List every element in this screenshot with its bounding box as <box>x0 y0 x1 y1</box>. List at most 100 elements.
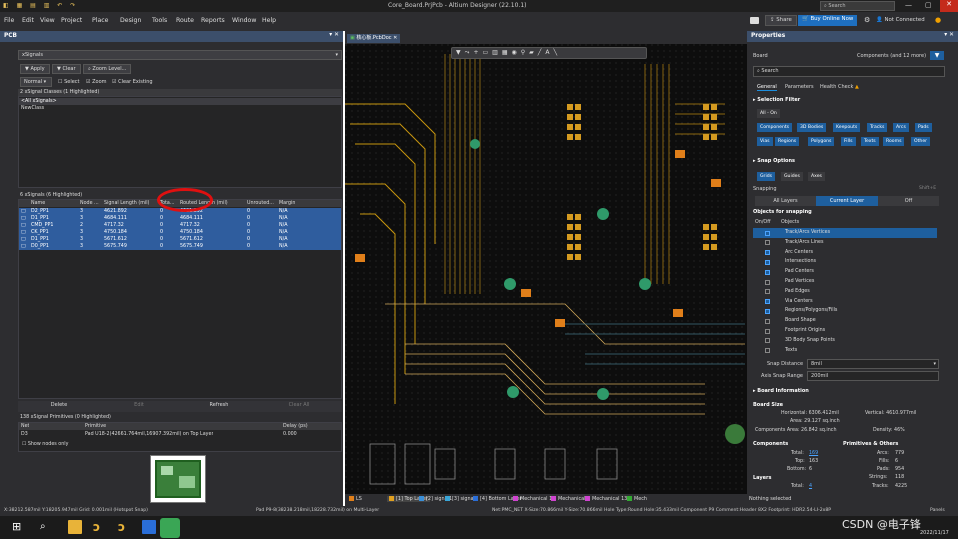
menu-route[interactable]: Route <box>176 17 194 24</box>
tab-general[interactable]: General <box>757 84 777 91</box>
gear-icon[interactable]: ⚙ <box>864 16 870 24</box>
selection-filter-title[interactable]: ▸ Selection Filter <box>753 97 800 103</box>
filter-icon[interactable]: ▼ <box>456 49 465 56</box>
share-button[interactable]: ⇪ Share <box>765 15 797 26</box>
show-nodes-checkbox[interactable]: ☐ Show nodes only <box>22 442 68 447</box>
close-button[interactable]: ✕ <box>940 0 958 12</box>
via-icon[interactable]: ◉ <box>511 49 520 56</box>
snap-checkbox[interactable] <box>765 289 770 295</box>
menu-tools[interactable]: Tools <box>152 17 167 24</box>
snap-checkbox[interactable] <box>765 299 770 305</box>
snap-item[interactable]: Pad Centers <box>753 267 937 277</box>
all-layers-option[interactable]: All Layers <box>755 196 816 206</box>
layer-tab[interactable]: Mechanical 13 <box>585 496 627 502</box>
snap-item[interactable]: Regions/Polygons/Fills <box>753 306 937 316</box>
notification-icon[interactable]: ● <box>935 16 941 24</box>
col-name[interactable]: Name <box>31 200 45 207</box>
all-on-button[interactable]: All - On <box>757 109 780 118</box>
col-delay[interactable]: Delay (ps) <box>283 423 308 430</box>
snap-item[interactable]: Pad Vertices <box>753 277 937 287</box>
filter-regions[interactable]: Regions <box>775 137 800 146</box>
zoom-level-button[interactable]: ⌕ Zoom Level... <box>83 64 132 74</box>
col-signal-length[interactable]: Signal Length (mil) <box>104 200 149 207</box>
zoom-checkbox[interactable]: ☑ Zoom <box>86 79 107 85</box>
pcb-canvas[interactable]: ▼⤳+▭▥▦◉⚲▰╱A╲ <box>345 44 747 494</box>
col-net[interactable]: Net <box>21 423 29 430</box>
col-unrouted[interactable]: Unrouted... <box>247 200 277 207</box>
snap-item[interactable]: Footprint Origins <box>753 326 937 336</box>
app-window-icon[interactable] <box>142 520 156 534</box>
edit-button[interactable]: Edit <box>100 401 178 411</box>
mask-mode-select[interactable]: Normal ▾ <box>20 77 52 87</box>
snap-checkbox[interactable] <box>765 318 770 324</box>
tab-core-board-pcbdoc[interactable]: ▣ 核心板.PcbDoc ✕ <box>347 34 401 43</box>
snap-checkbox[interactable] <box>765 250 770 256</box>
filter-arcs[interactable]: Arcs <box>893 123 909 132</box>
row-color-swatch[interactable]: □ <box>21 243 26 250</box>
search-icon[interactable]: ⌕ <box>40 520 54 534</box>
snap-item[interactable]: 3D Body Snap Points <box>753 336 937 346</box>
signal-row[interactable]: □ D0_PP1 3 5675.749 0 5675.749 0 N/A <box>19 243 341 250</box>
filter-keepouts[interactable]: Keepouts <box>833 123 861 132</box>
current-layer-option[interactable]: Current Layer <box>816 196 878 206</box>
connection-status[interactable]: 👤 Not Connected <box>876 17 925 23</box>
snap-checkbox[interactable] <box>765 240 770 246</box>
menu-window[interactable]: Window <box>232 17 256 24</box>
snap-item[interactable]: Board Shape <box>753 316 937 326</box>
apply-button[interactable]: ▼ Apply <box>20 64 50 74</box>
guides-button[interactable]: Guides <box>781 172 803 181</box>
snap-checkbox[interactable] <box>765 338 770 344</box>
properties-search[interactable]: ⌕ Search <box>753 66 945 77</box>
canvas-toolbar[interactable]: ▼⤳+▭▥▦◉⚲▰╱A╲ <box>451 47 647 59</box>
filter-pads[interactable]: Pads <box>915 123 932 132</box>
text-icon[interactable]: A <box>545 49 553 56</box>
menu-reports[interactable]: Reports <box>201 17 225 24</box>
global-search[interactable]: ⌕ Search <box>820 1 895 11</box>
col-primitive[interactable]: Primitive <box>85 423 106 430</box>
snap-distance-input[interactable]: 8mil ▾ <box>807 359 939 369</box>
chat-icon[interactable] <box>750 17 759 24</box>
signal-row[interactable]: □ CMD_PP1 2 4717.32 0 4717.32 0 N/A <box>19 222 341 229</box>
grids-button[interactable]: Grids <box>757 172 776 181</box>
tab-health-check[interactable]: Health Check ▲ <box>820 84 859 90</box>
filter-button[interactable]: ▼ <box>930 51 944 60</box>
row-color-swatch[interactable]: □ <box>21 215 26 222</box>
menu-place[interactable]: Place <box>92 17 108 24</box>
filter-texts[interactable]: Texts <box>861 137 879 146</box>
clear-button[interactable]: ▼ Clear <box>52 64 81 74</box>
primitives-table[interactable]: Net Primitive Delay (ps) D3 Pad U18-2(42… <box>18 422 342 452</box>
row-color-swatch[interactable]: □ <box>21 229 26 236</box>
snap-item[interactable]: Arc Centers <box>753 248 937 258</box>
layer-tab[interactable]: Mechanical 1 <box>513 496 552 502</box>
filter-polygons[interactable]: Polygons <box>808 137 835 146</box>
signal-row[interactable]: □ D1_PP1 3 5671.612 0 5671.612 0 N/A <box>19 236 341 243</box>
snap-checkbox[interactable] <box>765 279 770 285</box>
filter-rooms[interactable]: Rooms <box>883 137 905 146</box>
signals-table[interactable]: Name Node ... Signal Length (mil) Tota..… <box>18 199 342 399</box>
file-explorer-icon[interactable] <box>68 520 82 534</box>
delete-button[interactable]: Delete <box>20 401 98 411</box>
row-color-swatch[interactable]: □ <box>21 208 26 215</box>
snap-checkbox[interactable] <box>765 328 770 334</box>
snap-objects-list[interactable]: Track/Arcs Vertices Track/Arcs Lines Arc C… <box>747 228 952 358</box>
filter-fills[interactable]: Fills <box>841 137 856 146</box>
pin-icon[interactable]: ⚲ <box>521 49 529 56</box>
menu-design[interactable]: Design <box>120 17 141 24</box>
tab-parameters[interactable]: Parameters <box>785 84 814 90</box>
snap-item[interactable]: Texts <box>753 346 937 356</box>
windows-start-icon[interactable]: ⊞ <box>12 520 26 534</box>
snap-checkbox[interactable] <box>765 269 770 275</box>
classes-list[interactable]: <All xSignals> NewClass <box>18 96 342 188</box>
axis-snap-input[interactable]: 200mil <box>807 371 939 381</box>
panels-button[interactable]: Panels <box>930 506 945 516</box>
mode-select[interactable]: xSignals ▾ <box>18 50 342 60</box>
buy-online-button[interactable]: 🛒 Buy Online Now <box>798 15 858 26</box>
signal-row[interactable]: □ D1_PP1 3 4684.111 0 4684.111 0 N/A <box>19 215 341 222</box>
off-option[interactable]: Off <box>878 196 939 206</box>
snap-checkbox[interactable] <box>765 259 770 265</box>
row-color-swatch[interactable]: □ <box>21 222 26 229</box>
quick-access-toolbar[interactable]: ◧ ▦ ▤ ▥ ↶ ↷ <box>3 2 83 10</box>
altium-alt-icon[interactable]: ↄ <box>118 520 132 534</box>
clear-all-button[interactable]: Clear All <box>260 401 338 411</box>
menu-project[interactable]: Project <box>61 17 82 24</box>
